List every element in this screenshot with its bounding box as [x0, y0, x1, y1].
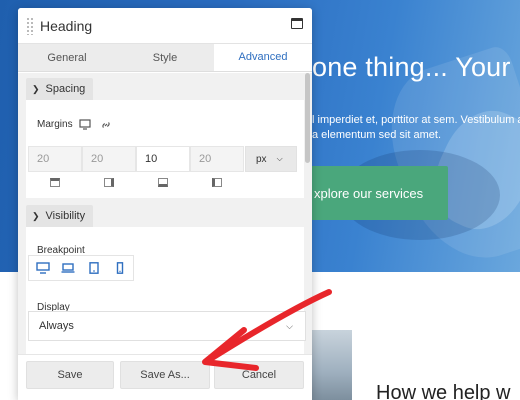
- margin-left-input[interactable]: 20: [190, 146, 244, 172]
- chevron-down-icon: ⌵: [286, 321, 293, 331]
- link-icon[interactable]: [100, 119, 112, 131]
- display-value: Always: [39, 320, 74, 332]
- cancel-button[interactable]: Cancel: [214, 361, 304, 389]
- tab-general[interactable]: General: [18, 44, 116, 71]
- section-heading: How we help w: [376, 382, 511, 400]
- margin-top-icon: [50, 178, 60, 187]
- explore-services-button[interactable]: xplore our services: [300, 166, 448, 220]
- heading-settings-panel: Heading General Style Advanced ❯ Spacing…: [18, 8, 312, 400]
- save-as-button[interactable]: Save As...: [120, 361, 210, 389]
- tablet-icon[interactable]: [87, 262, 101, 274]
- hero-title: one thing... Your: [312, 52, 511, 82]
- chevron-down-icon: ❯: [32, 83, 40, 94]
- margin-bottom-icon: [158, 178, 168, 187]
- desktop-icon[interactable]: [79, 119, 91, 130]
- visibility-section-toggle[interactable]: ❯ Visibility: [26, 205, 94, 227]
- hero-text: l imperdiet et, porttitor at sem. Vestib…: [312, 114, 520, 126]
- unit-value: px: [256, 153, 267, 165]
- tab-style[interactable]: Style: [116, 44, 214, 71]
- breakpoint-selector: [28, 255, 134, 281]
- laptop-icon[interactable]: [61, 262, 75, 274]
- margins-label: Margins: [37, 119, 73, 130]
- save-button[interactable]: Save: [26, 361, 114, 389]
- hero-text: a elementum sed sit amet.: [312, 129, 442, 141]
- margin-right-icon: [104, 178, 114, 187]
- display-select[interactable]: Always ⌵: [28, 311, 306, 341]
- visibility-section-label: Visibility: [45, 210, 86, 222]
- panel-title: Heading: [40, 18, 93, 34]
- spacing-section-label: Spacing: [45, 83, 86, 95]
- unit-select[interactable]: px ⌵: [245, 146, 297, 172]
- scrollbar[interactable]: [305, 73, 310, 163]
- chevron-down-icon: ⌵: [276, 154, 283, 163]
- drag-handle-icon[interactable]: [26, 17, 34, 35]
- window-toggle-icon[interactable]: [291, 18, 303, 29]
- desktop-icon[interactable]: [36, 262, 50, 274]
- margin-bottom-input[interactable]: 10: [136, 146, 190, 172]
- margin-left-icon: [212, 178, 222, 187]
- margin-right-input[interactable]: 20: [82, 146, 136, 172]
- tab-advanced[interactable]: Advanced: [214, 44, 312, 71]
- tab-bar: General Style Advanced: [18, 44, 312, 72]
- panel-footer: Save Save As... Cancel: [18, 354, 312, 400]
- panel-header[interactable]: Heading: [18, 8, 312, 44]
- margin-top-input[interactable]: 20: [28, 146, 82, 172]
- chevron-down-icon: ❯: [32, 210, 40, 221]
- phone-icon[interactable]: [113, 262, 127, 274]
- spacing-section-toggle[interactable]: ❯ Spacing: [26, 78, 94, 100]
